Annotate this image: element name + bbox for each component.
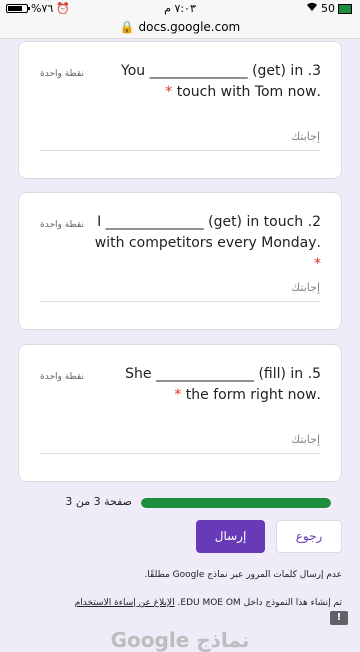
points-label: نقطة واحدة [40,69,84,79]
question-line-2: .touch with Tom now [176,84,321,100]
question-line-2-wrap: .the form right now * [91,385,321,406]
answer-underline [40,301,320,302]
progress-bar [141,498,331,508]
question-line-2-wrap: .with competitors every Monday * [91,233,321,275]
sim-icon [338,3,352,14]
question-text: She ______________ (fill) in .5 .the for… [91,364,321,406]
answer-input[interactable]: إجابتك [291,433,320,446]
report-abuse-link[interactable]: الإبلاغ عن إساءة الاستخدام [75,598,175,608]
created-in-notice: تم إنشاء هذا النموذج داخل EDU MOE OM. ال… [22,598,342,608]
lock-icon: 🔒 [119,20,135,34]
progress-label: صفحة 3 من 3 [65,495,132,508]
question-line-1: She ______________ (fill) in .5 [125,366,321,382]
url-text: docs.google.com [138,20,241,34]
question-card-3: نقطة واحدة You ______________ (get) in .… [18,41,342,179]
submit-button[interactable]: إرسال [196,520,265,553]
required-mark: * [174,387,182,403]
answer-input[interactable]: إجابتك [291,130,320,143]
answer-underline [40,453,320,454]
status-right: 50 [306,2,352,15]
required-mark: * [314,256,321,272]
question-card-5: نقطة واحدة She ______________ (fill) in … [18,344,342,482]
question-text: You ______________ (get) in .3 .touch wi… [91,61,321,103]
question-text: I ______________ (get) in touch .2 .with… [91,212,321,275]
question-line-2: .with competitors every Monday [94,235,321,251]
feedback-icon[interactable]: ! [330,611,348,625]
points-label: نقطة واحدة [40,220,84,230]
question-line-2: .the form right now [185,387,321,403]
wifi-icon [306,2,318,15]
created-in-text: تم إنشاء هذا النموذج داخل EDU MOE OM. [177,598,342,608]
battery-level: 50 [321,2,335,15]
answer-underline [40,150,320,151]
points-label: نقطة واحدة [40,372,84,382]
address-bar[interactable]: 🔒 docs.google.com [0,18,360,39]
question-line-1: You ______________ (get) in .3 [121,63,321,79]
progress-fill [141,498,331,508]
back-button[interactable]: رجوع [276,520,342,553]
password-notice: عدم إرسال كلمات المرور عبر نماذج Google … [144,570,342,580]
question-card-2: نقطة واحدة I ______________ (get) in tou… [18,192,342,330]
question-line-1: I ______________ (get) in touch .2 [97,214,321,230]
question-line-2-wrap: .touch with Tom now * [91,82,321,103]
google-forms-logo: Google نماذج [110,628,250,652]
required-mark: * [165,84,173,100]
answer-input[interactable]: إجابتك [291,281,320,294]
status-bar: %٧٦ ⏰ ٧:٠٣ م 50 [0,0,360,18]
